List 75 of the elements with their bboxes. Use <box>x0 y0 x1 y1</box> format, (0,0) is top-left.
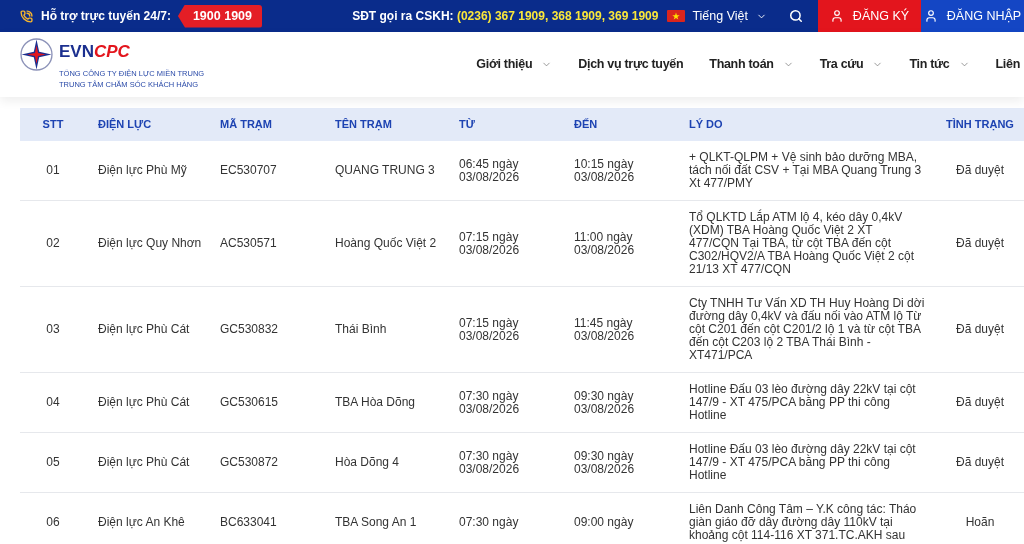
end-time: 11:00 ngày 03/08/2026 <box>574 230 636 257</box>
brand-name: EVNCPC <box>59 43 130 61</box>
reason-text: Hotline Đấu 03 lèo đường dây 22kV tại cột 147/9 - XT 475/PCA bằng PP thi công Hotline <box>689 443 917 482</box>
nav-link[interactable]: Tin tức <box>909 55 970 74</box>
nav-link[interactable]: Giới thiệu <box>476 55 553 74</box>
nav-link[interactable]: Dịch vụ trực tuyến <box>578 55 684 74</box>
status-text: Đã duyệt <box>956 237 1004 250</box>
start-time: 07:30 ngày 03/08/2026 <box>459 389 521 416</box>
row-number: 04 <box>46 396 60 409</box>
hotline-tag[interactable]: 1900 1909 <box>177 4 262 28</box>
user-icon <box>923 9 938 23</box>
end-time: 10:15 ngày 03/08/2026 <box>574 157 636 184</box>
register-button[interactable]: ĐĂNG KÝ <box>818 0 921 32</box>
status-text: Đã duyệt <box>956 456 1004 469</box>
branch-name: Điện lực Phù Cát <box>98 456 190 469</box>
station-code: GC530872 <box>220 456 279 469</box>
end-time: 09:30 ngày 03/08/2026 <box>574 449 636 476</box>
start-time: 07:15 ngày 03/08/2026 <box>459 316 521 343</box>
station-code: GC530615 <box>220 396 279 409</box>
column-header: ĐIỆN LỰC <box>98 118 152 131</box>
end-time: 11:45 ngày 03/08/2026 <box>574 316 636 343</box>
row-number: 06 <box>46 516 60 529</box>
column-header: TỪ <box>459 118 475 131</box>
search-icon[interactable] <box>789 9 803 23</box>
reason-text: + QLKT-QLPM + Vệ sinh bảo dưỡng MBA, tách nối đất CSV + Tại MBA Quang Trung 3 Xt 477/PMY <box>689 151 923 190</box>
station-name: Thái Bình <box>335 323 387 336</box>
column-header: STT <box>42 118 64 131</box>
reason-text: Liên Danh Công Tâm – Y.K công tác: Tháo giàn giáo đỡ dây đường dây 110kV tại khoảng cột 114-116 XT 371.TC.AKH sau <box>689 503 918 542</box>
station-name: TBA Song An 1 <box>335 516 417 529</box>
user-icon <box>829 9 844 23</box>
station-name: Hoàng Quốc Việt 2 <box>335 237 437 250</box>
station-code: AC530571 <box>220 237 277 250</box>
status-text: Đã duyệt <box>956 396 1004 409</box>
logo-icon <box>20 38 53 71</box>
end-time: 09:30 ngày 03/08/2026 <box>574 389 636 416</box>
column-header: LÝ DO <box>689 118 723 131</box>
row-number: 01 <box>46 164 60 177</box>
end-time: 09:00 ngày <box>574 516 634 529</box>
station-code: BC633041 <box>220 516 277 529</box>
station-name: TBA Hòa Dõng <box>335 396 416 409</box>
branch-name: Điện lực Phù Cát <box>98 396 190 409</box>
row-number: 05 <box>46 456 60 469</box>
branch-name: Điện lực Phù Cát <box>98 323 190 336</box>
support-label: Hỗ trợ trực tuyến 24/7: <box>41 7 171 25</box>
column-header: MÃ TRẠM <box>220 118 272 131</box>
nav-link[interactable]: Liên <box>995 55 1020 74</box>
branch-name: Điện lực An Khê <box>98 516 185 529</box>
station-name: Hòa Dõng 4 <box>335 456 400 469</box>
outbound-phone-text: SĐT gọi ra CSKH: (0236) 367 1909, 368 1909, 369 1909 <box>352 8 659 25</box>
status-text: Đã duyệt <box>956 323 1004 336</box>
station-code: EC530707 <box>220 164 277 177</box>
branch-name: Điện lực Quy Nhơn <box>98 237 202 250</box>
flag-icon <box>667 10 686 22</box>
reason-text: Tổ QLKTD Lắp ATM lộ 4, kéo dây 0,4kV (XDM) TBA Hoàng Quốc Việt 2 XT 477/CQN Tại TBA, từ cột TBA đến cột C302/HQV2/A TBA Hoàng Quốc Việt 2 cột 21/13 XT 477/CQN <box>689 211 916 276</box>
row-number: 03 <box>46 323 60 336</box>
reason-text: Cty TNHH Tư Vấn XD TH Huy Hoàng Di dời đường dây 0,4kV và đấu nối vào ATM lộ Từ cột C201 đến cột C201/2 lộ 1 và từ cột TBA đến cột C203 lộ 2 TBA Thái Bình - XT471/PCA <box>689 297 925 362</box>
branch-name: Điện lực Phù Mỹ <box>98 164 187 177</box>
status-text: Đã duyệt <box>956 164 1004 177</box>
row-number: 02 <box>46 237 60 250</box>
start-time: 07:30 ngày <box>459 516 519 529</box>
column-header: TÌNH TRẠNG <box>946 118 1014 131</box>
language-selector[interactable]: Tiếng Việt <box>692 6 767 26</box>
nav-link[interactable]: Tra cứu <box>819 55 884 74</box>
reason-text: Hotline Đấu 03 lèo đường dây 22kV tại cột 147/9 - XT 475/PCA bằng PP thi công Hotline <box>689 383 917 422</box>
phone-icon <box>20 9 33 23</box>
status-text: Hoãn <box>965 516 995 529</box>
login-button[interactable]: ĐĂNG NHẬP <box>921 0 1024 32</box>
column-header: ĐẾN <box>574 118 598 131</box>
start-time: 07:15 ngày 03/08/2026 <box>459 230 521 257</box>
start-time: 07:30 ngày 03/08/2026 <box>459 449 521 476</box>
nav-link[interactable]: Thanh toán <box>709 55 794 74</box>
column-header: TÊN TRẠM <box>335 118 392 131</box>
start-time: 06:45 ngày 03/08/2026 <box>459 157 521 184</box>
station-code: GC530832 <box>220 323 279 336</box>
station-name: QUANG TRUNG 3 <box>335 164 435 177</box>
